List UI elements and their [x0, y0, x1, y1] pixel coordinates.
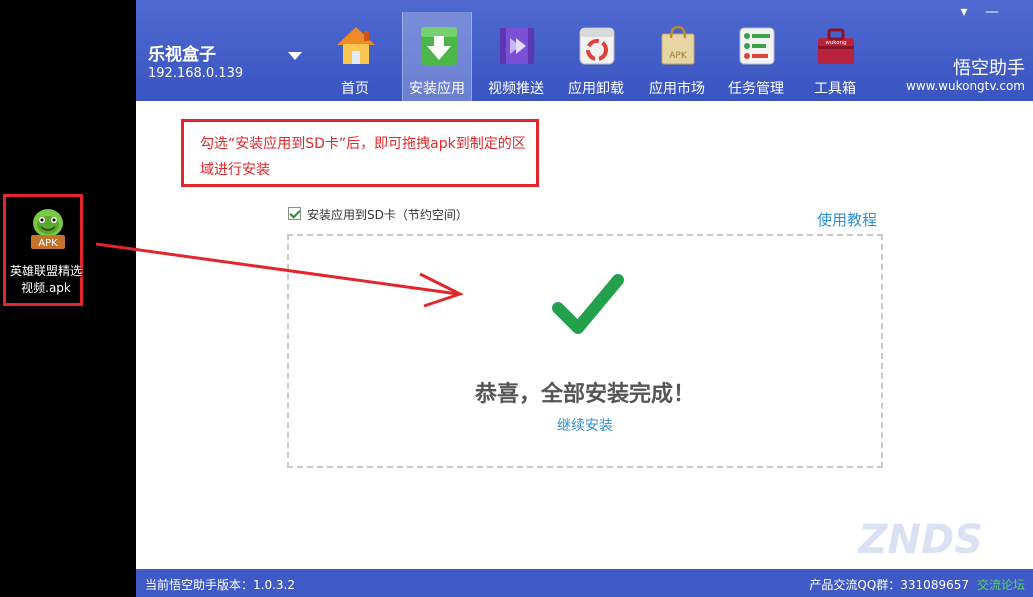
brand-name: 悟空助手	[953, 58, 1025, 79]
apk-file-name: 英雄联盟精选视频.apk	[9, 264, 82, 295]
tab-home[interactable]: 首页	[320, 20, 390, 101]
forum-link[interactable]: 交流论坛	[977, 576, 1025, 593]
znds-watermark: ZNDS	[858, 517, 984, 563]
app-market-bag-icon: APK	[661, 25, 695, 65]
continue-install-link[interactable]: 继续安装	[289, 415, 881, 435]
toolbox-icon: wukong	[818, 28, 854, 64]
tab-task-manager[interactable]: 任务管理	[721, 20, 791, 101]
install-to-sd-label[interactable]: 安装应用到SD卡（节约空间）	[307, 206, 468, 223]
install-download-icon	[421, 27, 457, 65]
menu-dropdown-icon[interactable]: ▾	[954, 4, 974, 20]
install-to-sd-checkbox[interactable]	[288, 207, 301, 220]
tab-install-apps[interactable]: 安装应用	[402, 12, 472, 101]
wukong-assistant-window: ▾ — 乐视盒子 192.168.0.139 首页 安装应用 视频推送 应用卸载…	[136, 0, 1033, 597]
task-manager-icon	[739, 27, 775, 65]
brand-url[interactable]: www.wukongtv.com	[906, 79, 1025, 93]
tab-toolbox[interactable]: wukong 工具箱	[800, 20, 870, 101]
device-name: 乐视盒子	[148, 45, 216, 65]
minimize-icon[interactable]: —	[982, 4, 1002, 20]
qq-group-label: 产品交流QQ群：331089657	[809, 578, 969, 592]
apk-file-highlight[interactable]: APK 英雄联盟精选视频.apk	[3, 194, 83, 306]
device-select-chevron-icon[interactable]	[288, 52, 302, 60]
svg-text:APK: APK	[669, 51, 688, 61]
version-label: 当前悟空助手版本：1.0.3.2	[145, 578, 295, 592]
home-icon	[337, 27, 375, 64]
tutorial-link[interactable]: 使用教程	[817, 209, 877, 230]
install-complete-message: 恭喜，全部安装完成！	[474, 382, 695, 407]
svg-text:APK: APK	[38, 238, 58, 249]
header-bar: ▾ — 乐视盒子 192.168.0.139 首页 安装应用 视频推送 应用卸载…	[136, 0, 1033, 101]
video-push-icon	[500, 28, 534, 64]
instruction-text: 勾选“安装应用到SD卡”后，即可拖拽apk到制定的区域进行安装	[200, 136, 526, 178]
tab-app-market[interactable]: APK 应用市场	[642, 20, 712, 101]
apk-drop-zone[interactable]: 恭喜，全部安装完成！ 继续安装	[287, 234, 883, 468]
svg-text:wukong: wukong	[825, 40, 846, 46]
android-apk-icon: APK	[31, 209, 65, 249]
tab-video-push[interactable]: 视频推送	[481, 20, 551, 101]
instruction-callout: 勾选“安装应用到SD卡”后，即可拖拽apk到制定的区域进行安装	[181, 119, 539, 187]
status-bar: 当前悟空助手版本：1.0.3.2 产品交流QQ群：331089657 交流论坛	[136, 569, 1033, 597]
desktop: APK 英雄联盟精选视频.apk ▾ — 乐视盒子 192.168.0.139 …	[0, 0, 1033, 597]
tab-uninstall-apps[interactable]: 应用卸载	[561, 20, 631, 101]
success-check-icon	[552, 274, 624, 334]
uninstall-icon	[579, 27, 615, 65]
device-ip: 192.168.0.139	[148, 66, 244, 81]
